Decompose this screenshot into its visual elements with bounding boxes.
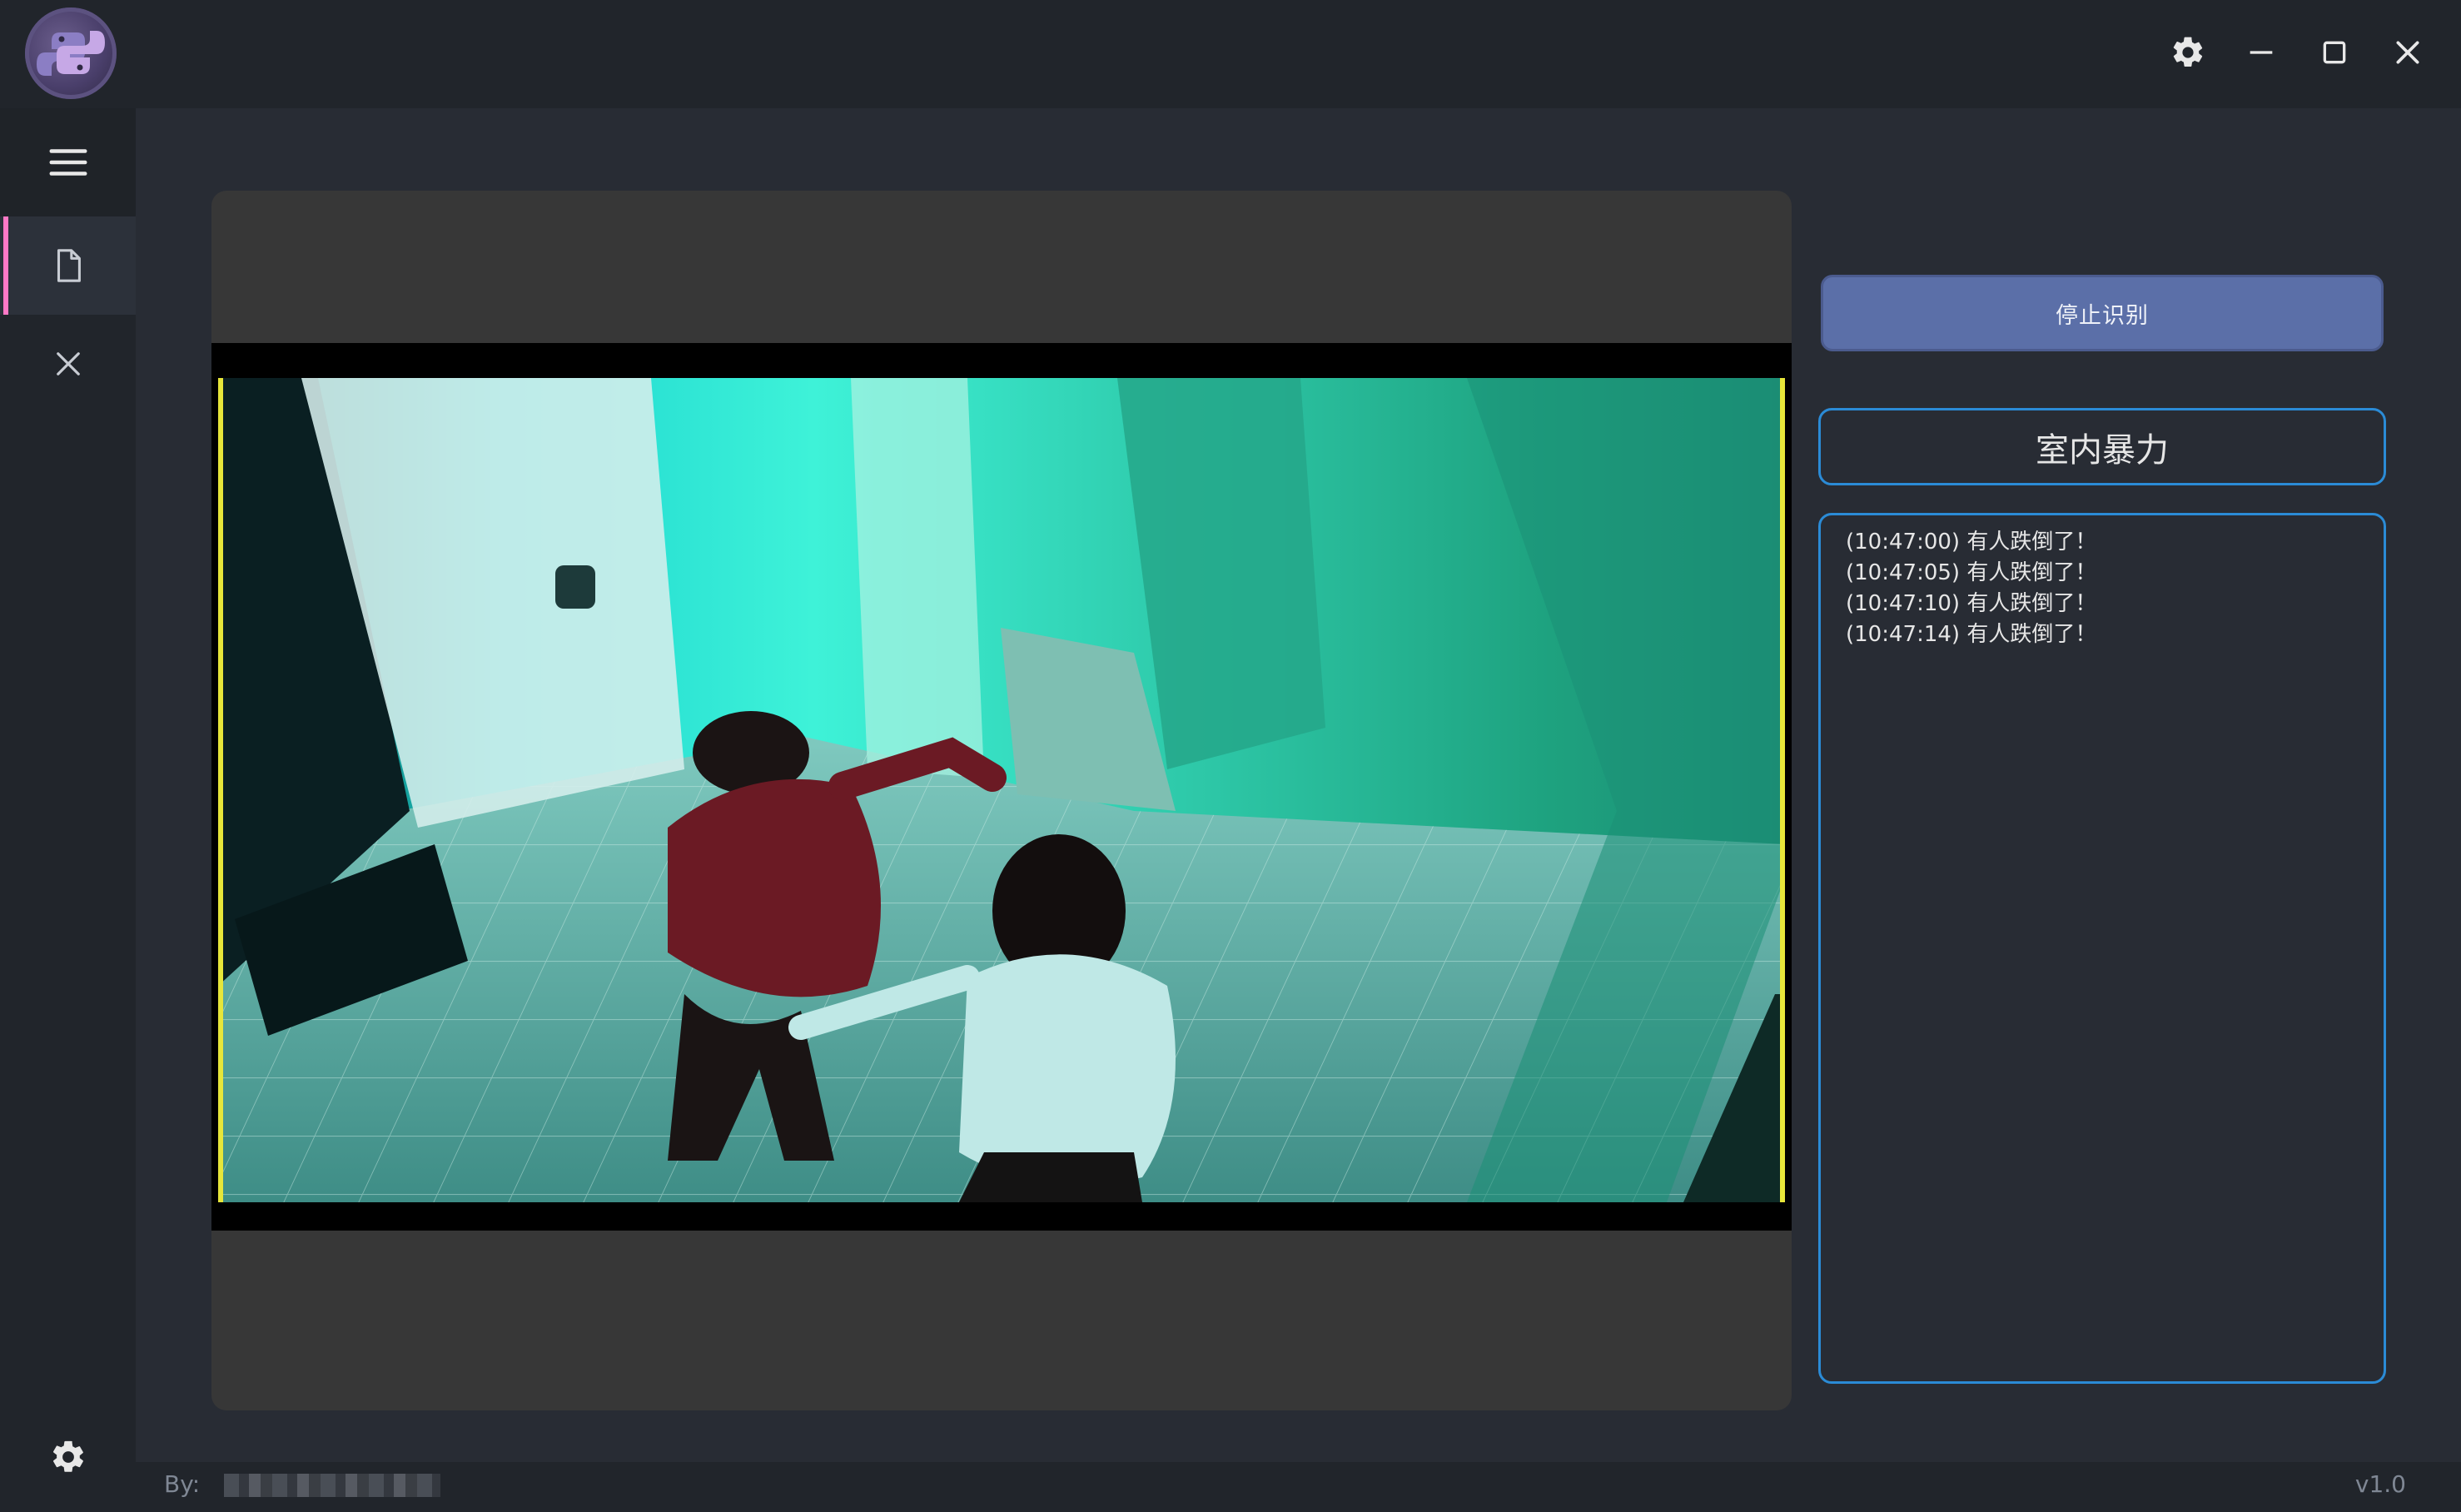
status-footer: By: v1.0: [136, 1462, 2461, 1512]
sidebar: [0, 108, 136, 1512]
stop-recognition-button[interactable]: 停止识别: [1821, 275, 2384, 351]
maximize-button[interactable]: [2307, 25, 2362, 80]
close-icon: [2396, 41, 2419, 64]
close-window-button[interactable]: [2380, 25, 2435, 80]
settings-button[interactable]: [2160, 25, 2215, 80]
file-icon: [57, 249, 81, 282]
close-icon: [56, 352, 80, 376]
version-label: v1.0: [2354, 1470, 2406, 1498]
sidebar-settings-button[interactable]: [0, 1415, 136, 1499]
detection-type-label: 室内暴力: [1818, 408, 2386, 485]
minimize-button[interactable]: [2234, 25, 2289, 80]
menu-toggle-button[interactable]: [0, 108, 136, 216]
author-credit-label: By:: [164, 1470, 201, 1498]
sidebar-item-close[interactable]: [0, 315, 136, 413]
detection-log: (10:47:00) 有人跌倒了！ (10:47:05) 有人跌倒了！ (10:…: [1818, 513, 2386, 1384]
gear-icon: [52, 1440, 83, 1472]
video-frame: [211, 343, 1792, 1231]
log-entry: (10:47:10) 有人跌倒了！: [1846, 591, 2097, 616]
log-entry: (10:47:05) 有人跌倒了！: [1846, 560, 2097, 585]
surveillance-video-frame: [218, 378, 1785, 1202]
log-entry: (10:47:14) 有人跌倒了！: [1846, 622, 2097, 647]
title-bar: [0, 0, 2461, 108]
sidebar-item-file[interactable]: [0, 216, 136, 315]
maximize-icon: [2323, 41, 2346, 64]
gear-icon: [2173, 37, 2203, 67]
hamburger-menu-icon: [49, 149, 87, 176]
video-display-panel: [211, 191, 1792, 1410]
python-logo-icon: [25, 7, 117, 99]
redacted-author-name: [224, 1474, 440, 1497]
minimize-icon: [2250, 51, 2273, 54]
log-entry: (10:47:00) 有人跌倒了！: [1846, 530, 2097, 555]
